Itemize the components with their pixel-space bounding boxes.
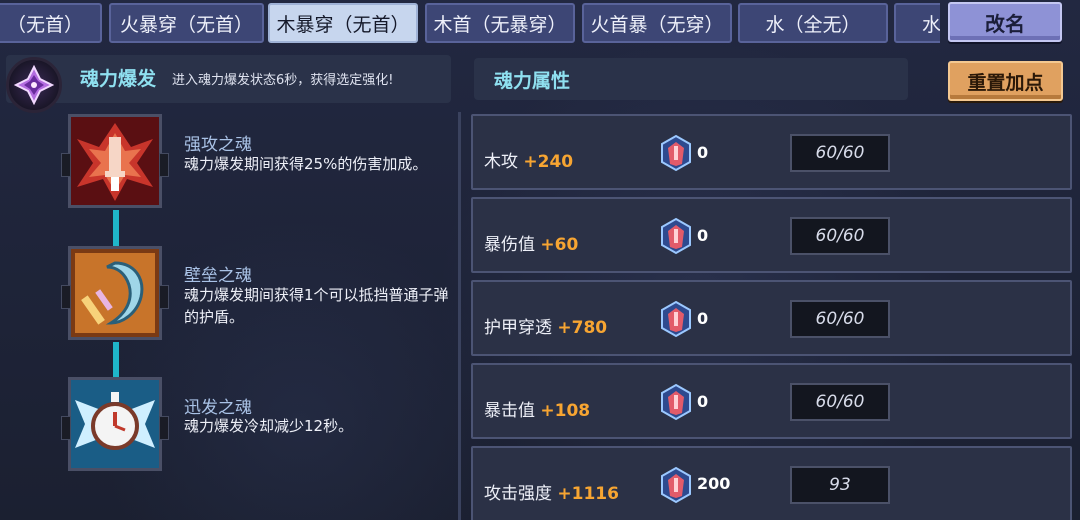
skill-connector [113,342,119,378]
skill-name-shield-soul: 壁垒之魂 [184,266,252,286]
soul-crystal-icon [661,217,691,255]
tab-loadout-4[interactable]: 木首（无暴穿） [425,3,575,43]
soul-burst-description: 进入魂力爆发状态6秒，获得选定强化! [172,73,394,88]
soul-crystal-icon [661,134,691,172]
attribute-label: 护甲穿透 +780 [484,318,608,338]
attribute-value-input[interactable]: 60/60 [790,134,890,172]
attribute-value-input[interactable]: 60/60 [790,217,890,255]
attribute-value-input[interactable]: 60/60 [790,383,890,421]
strike-soul-icon[interactable] [61,114,169,208]
crystal-count: 0 [697,143,709,162]
soul-crystal-icon [661,300,691,338]
rename-button[interactable]: 改名 [948,2,1062,42]
tab-loadout-5[interactable]: 火首暴（无穿） [582,3,732,43]
soul-burst-title: 魂力爆发 [80,68,157,90]
skill-name-strike-soul: 强攻之魂 [184,135,252,155]
shield-soul-icon[interactable] [61,246,169,340]
crystal-count: 0 [697,226,709,245]
attribute-bonus: +60 [540,235,579,255]
attribute-bonus: +1116 [557,484,619,504]
skill-description-strike-soul: 魂力爆发期间获得25%的伤害加成。 [184,155,428,173]
skill-description-swift-soul: 魂力爆发冷却减少12秒。 [184,417,354,435]
skill-connector [113,210,119,246]
tab-loadout-2[interactable]: 火暴穿（无首） [109,3,264,43]
attribute-value-input[interactable]: 93 [790,466,890,504]
attribute-label: 木攻 +240 [484,152,574,172]
tab-loadout-7[interactable]: 水 [894,3,940,43]
loadout-tab-bar: （无首） 火暴穿（无首） 木暴穿（无首） 木首（无暴穿） 火首暴（无穿） 水（全… [0,0,940,46]
soul-attributes-title: 魂力属性 [494,70,571,92]
crystal-count: 0 [697,392,709,411]
attribute-bonus: +780 [557,318,608,338]
crystal-count: 200 [697,474,731,493]
attribute-value-input[interactable]: 60/60 [790,300,890,338]
tab-loadout-1[interactable]: （无首） [0,3,102,43]
tab-loadout-6[interactable]: 水（全无） [738,3,888,43]
tab-loadout-3[interactable]: 木暴穿（无首） [268,3,418,43]
attribute-label: 暴击值 +108 [484,401,591,421]
attribute-label: 暴伤值 +60 [484,235,579,255]
soul-burst-icon [6,57,62,113]
attribute-bonus: +240 [523,152,574,172]
soul-crystal-icon [661,466,691,504]
panel-divider [458,112,461,520]
crystal-count: 0 [697,309,709,328]
swift-soul-icon[interactable] [61,377,169,471]
reset-points-button[interactable]: 重置加点 [948,61,1063,101]
skill-description-shield-soul: 魂力爆发期间获得1个可以抵挡普通子弹的护盾。 [184,286,449,326]
soul-crystal-icon [661,383,691,421]
attribute-label: 攻击强度 +1116 [484,484,619,504]
attribute-bonus: +108 [540,401,591,421]
